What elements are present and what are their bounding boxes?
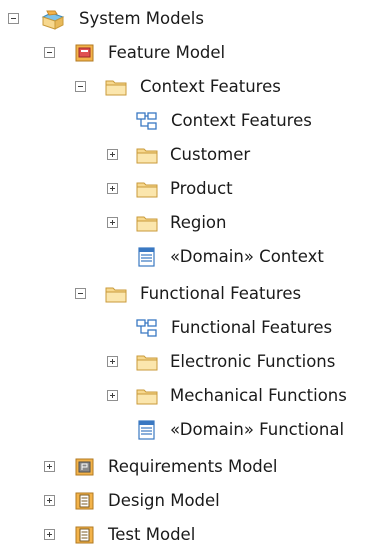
model-package-icon	[74, 43, 96, 63]
tree-node-domain-context[interactable]: «Domain» Context	[0, 240, 380, 274]
folder-icon	[135, 145, 158, 165]
tree-node-functional-features-folder[interactable]: Functional Features	[0, 277, 380, 311]
requirements-model-icon	[74, 457, 96, 477]
domain-class-icon	[136, 247, 158, 267]
folder-icon	[104, 284, 127, 304]
folder-icon	[135, 386, 158, 406]
expand-toggle-icon[interactable]	[44, 529, 55, 540]
tree-node-mechanical-functions[interactable]: Mechanical Functions	[0, 379, 380, 413]
tree-node-electronic-functions[interactable]: Electronic Functions	[0, 345, 380, 379]
diagram-icon	[136, 111, 158, 131]
folder-icon	[104, 77, 127, 97]
design-model-icon	[74, 491, 96, 511]
tree-node-label: System Models	[79, 9, 204, 28]
test-model-icon	[74, 525, 96, 545]
tree-node-label: Design Model	[108, 491, 220, 510]
tree-node-feature-model[interactable]: Feature Model	[0, 36, 380, 70]
expand-toggle-icon[interactable]	[107, 217, 118, 228]
tree-node-domain-functional[interactable]: «Domain» Functional	[0, 413, 380, 447]
tree-node-label: Electronic Functions	[170, 352, 336, 371]
domain-class-icon	[136, 420, 158, 440]
expand-toggle-icon[interactable]	[107, 356, 118, 367]
tree-node-label: Feature Model	[108, 43, 226, 62]
expand-toggle-icon[interactable]	[44, 461, 55, 472]
expand-toggle-icon[interactable]	[107, 149, 118, 160]
tree-node-system-models[interactable]: System Models	[0, 2, 380, 36]
tree-node-label: Test Model	[108, 525, 196, 544]
folder-icon	[135, 213, 158, 233]
tree-node-label: Customer	[170, 145, 251, 164]
tree-node-customer[interactable]: Customer	[0, 138, 380, 172]
tree-node-test-model[interactable]: Test Model	[0, 518, 380, 552]
collapse-toggle-icon[interactable]	[8, 13, 19, 24]
folder-icon	[135, 352, 158, 372]
tree-node-label: Region	[170, 213, 227, 232]
project-browser-tree: System Models Feature Model Context Feat…	[0, 0, 380, 548]
tree-node-functional-features-diagram[interactable]: Functional Features	[0, 311, 380, 345]
collapse-toggle-icon[interactable]	[44, 47, 55, 58]
tree-node-product[interactable]: Product	[0, 172, 380, 206]
tree-node-label: «Domain» Context	[170, 247, 324, 266]
tree-node-requirements-model[interactable]: Requirements Model	[0, 450, 380, 484]
folder-icon	[135, 179, 158, 199]
tree-node-context-features-diagram[interactable]: Context Features	[0, 104, 380, 138]
expand-toggle-icon[interactable]	[44, 495, 55, 506]
tree-node-design-model[interactable]: Design Model	[0, 484, 380, 518]
tree-node-label: Functional Features	[140, 284, 302, 303]
tree-node-label: Context Features	[140, 77, 281, 96]
tree-node-label: Functional Features	[171, 318, 333, 337]
tree-node-region[interactable]: Region	[0, 206, 380, 240]
tree-node-label: Requirements Model	[108, 457, 278, 476]
tree-node-label: «Domain» Functional	[170, 420, 345, 439]
tree-node-label: Mechanical Functions	[170, 386, 347, 405]
tree-node-label: Context Features	[171, 111, 312, 130]
expand-toggle-icon[interactable]	[107, 183, 118, 194]
diagram-icon	[136, 318, 158, 338]
collapse-toggle-icon[interactable]	[75, 81, 86, 92]
package-root-icon	[41, 9, 65, 30]
tree-node-label: Product	[170, 179, 233, 198]
collapse-toggle-icon[interactable]	[75, 288, 86, 299]
tree-node-context-features-folder[interactable]: Context Features	[0, 70, 380, 104]
expand-toggle-icon[interactable]	[107, 390, 118, 401]
